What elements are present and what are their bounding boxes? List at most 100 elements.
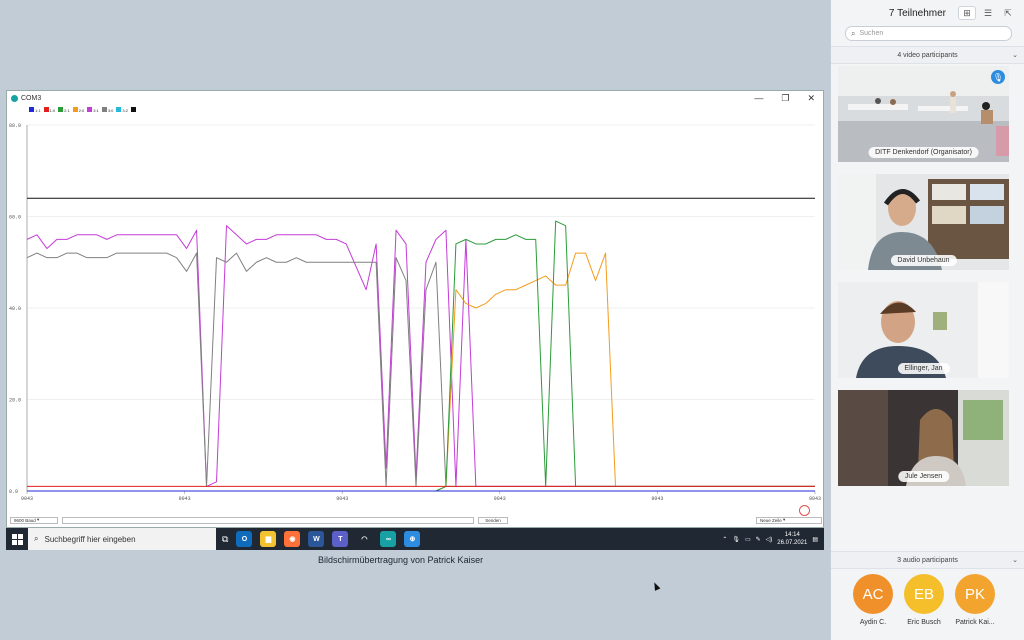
avatar-initials: EB [913, 585, 934, 603]
avatar-initials: AC [862, 585, 884, 603]
legend-swatch [72, 107, 78, 112]
list-icon: ☰ [983, 7, 993, 18]
audio-participant-name: Patrick Kai... [955, 619, 995, 626]
baud-select[interactable]: 9600 Baud ▾ [10, 516, 58, 524]
close-button[interactable]: ✕ [807, 91, 815, 105]
y-tick-label: 80.0 [9, 123, 21, 129]
volume-icon[interactable]: ◁) [766, 536, 773, 543]
mouse-cursor [651, 581, 661, 591]
notification-icon[interactable]: ▤ [812, 536, 818, 543]
legend-swatch [43, 107, 49, 112]
legend-item: 3:0 [101, 107, 114, 113]
maximize-button[interactable]: ❐ [781, 91, 789, 105]
send-input[interactable] [62, 516, 474, 524]
participant-count-title: 7 Teilnehmer [888, 7, 946, 19]
start-button[interactable] [6, 528, 28, 550]
minimize-button[interactable]: — [754, 91, 763, 105]
plotter-title: COM3 [21, 94, 42, 102]
windows-taskbar: ⌕ Suchbegriff hier eingeben ⧉ O ▆ ◉ W T ◠ ∞ ⊕ ⌃… [6, 528, 824, 550]
video-section-header[interactable]: 4 video participants ⌄ [831, 46, 1024, 64]
taskbar-app-icon[interactable]: ◉ [284, 531, 301, 547]
windows-icon [11, 533, 23, 545]
participant-name: David Unbehaun [890, 255, 957, 266]
avatar[interactable]: PK [955, 574, 995, 614]
legend-swatch [101, 107, 107, 112]
taskbar-app-icon[interactable]: O [236, 531, 253, 547]
video-section-label: 4 video participants [897, 51, 958, 59]
send-label: Senden [485, 517, 501, 523]
legend-swatch [58, 107, 64, 112]
x-tick-label: 9043 [651, 496, 663, 502]
list-view-button[interactable]: ☰ [980, 7, 996, 19]
x-tick-label: 9043 [336, 496, 348, 502]
legend-swatch [87, 107, 93, 112]
popout-button[interactable]: ⇱ [1000, 7, 1016, 19]
audio-section-header[interactable]: 3 audio participants ⌄ [831, 551, 1024, 569]
search-icon: ⌕ [851, 28, 856, 38]
participant-name: Jule Jensen [897, 471, 950, 482]
plotter-controls: 9600 Baud ▾ Senden Neue Zeile ▾ [10, 515, 822, 525]
video-tile[interactable]: Jule Jensen [838, 390, 1009, 486]
video-tile[interactable]: Ellinger, Jan [838, 282, 1009, 378]
system-tray: ⌃ 🎙 ▭ ✎ ◁) 14:14 26.07.2021 ▤ [722, 531, 824, 547]
legend-label: 3:1 [93, 108, 99, 113]
legend-item: 1:1 [29, 107, 41, 113]
legend-swatch [130, 107, 136, 112]
legend-item: 3:2 [116, 107, 128, 113]
x-tick-label: 9043 [21, 496, 33, 502]
serial-plot-chart: 80.060.040.020.00.09043 9043 9043 9043 9043 9… [9, 123, 821, 502]
legend-label: 1:1 [35, 108, 41, 113]
arduino-icon [11, 94, 18, 102]
taskbar-app-icon[interactable]: ⊕ [404, 531, 421, 547]
participant-search-input[interactable]: ⌕ Suchen [845, 26, 1012, 41]
y-tick-label: 20.0 [9, 398, 21, 404]
microphone-active-icon: 🎙 [991, 70, 1005, 84]
chevron-down-icon: ⌄ [1012, 52, 1018, 59]
avatar-initials: PK [964, 585, 985, 603]
video-tile[interactable]: 🎙 DITF Denkendorf (Organisator) [838, 66, 1009, 162]
grid-view-button[interactable]: ⊞ [958, 6, 976, 20]
shared-screen: COM3 — ❐ ✕ 1:1 1:0 2:1 2:0 3:1 3:0 3:2 80.0 60.… [0, 0, 830, 640]
line-ending-value: Neue Zeile [760, 517, 782, 523]
participant-name: Ellinger, Jan [897, 363, 950, 374]
pen-icon[interactable]: ✎ [756, 536, 761, 543]
video-tile[interactable]: David Unbehaun [838, 174, 1009, 270]
panel-header: 7 Teilnehmer ⊞ ☰ ⇱ [831, 0, 1024, 26]
taskbar-app-icon[interactable]: T [332, 531, 349, 547]
taskbar-app-icon[interactable]: ▆ [260, 531, 277, 547]
network-icon[interactable]: ▭ [745, 536, 751, 543]
grid-icon: ⊞ [963, 7, 971, 18]
legend-label: 2:0 [78, 108, 85, 113]
participants-panel: 7 Teilnehmer ⊞ ☰ ⇱ ⌕ Suchen 4 video part… [830, 0, 1024, 640]
taskbar-app-icon[interactable]: W [308, 531, 325, 547]
taskbar-app-icon[interactable]: ◠ [356, 531, 373, 547]
taskbar-app-icon[interactable]: ∞ [380, 531, 397, 547]
legend-label: 2:1 [64, 108, 70, 113]
legend-item: 1:0 [43, 107, 55, 113]
plotter-titlebar: COM3 — ❐ ✕ [7, 91, 823, 105]
taskbar-apps: ⧉ O ▆ ◉ W T ◠ ∞ ⊕ [222, 531, 421, 547]
baud-value: 9600 Baud [14, 517, 36, 523]
serial-plotter-window: COM3 — ❐ ✕ 1:1 1:0 2:1 2:0 3:1 3:0 3:2 80.0 60.… [6, 90, 824, 528]
avatar[interactable]: AC [853, 574, 893, 614]
taskbar-search-placeholder: Suchbegriff hier eingeben [44, 534, 136, 544]
series-line-1 [26, 225, 815, 487]
y-tick-label: 0.0 [9, 489, 18, 495]
audio-section-label: 3 audio participants [897, 556, 958, 564]
taskbar-search[interactable]: ⌕ Suchbegriff hier eingeben [28, 528, 216, 550]
line-ending-select[interactable]: Neue Zeile ▾ [756, 516, 822, 524]
participant-search-placeholder: Suchen [859, 30, 884, 37]
send-button[interactable]: Senden [478, 516, 508, 524]
avatar[interactable]: EB [904, 574, 944, 614]
y-tick-label: 60.0 [9, 215, 21, 221]
clock[interactable]: 14:14 26.07.2021 [777, 531, 807, 547]
microphone-icon[interactable]: 🎙 [732, 536, 740, 543]
chevron-up-icon[interactable]: ⌃ [722, 536, 727, 543]
x-tick-label: 9043 [179, 496, 191, 502]
external-link-icon: ⇱ [1004, 7, 1012, 18]
chevron-down-icon: ⌄ [1012, 557, 1018, 564]
legend-label: 3:0 [107, 108, 114, 113]
task-view-icon[interactable]: ⧉ [222, 534, 228, 545]
legend-label: 3:2 [122, 108, 128, 113]
clock-time: 14:14 [784, 532, 800, 538]
